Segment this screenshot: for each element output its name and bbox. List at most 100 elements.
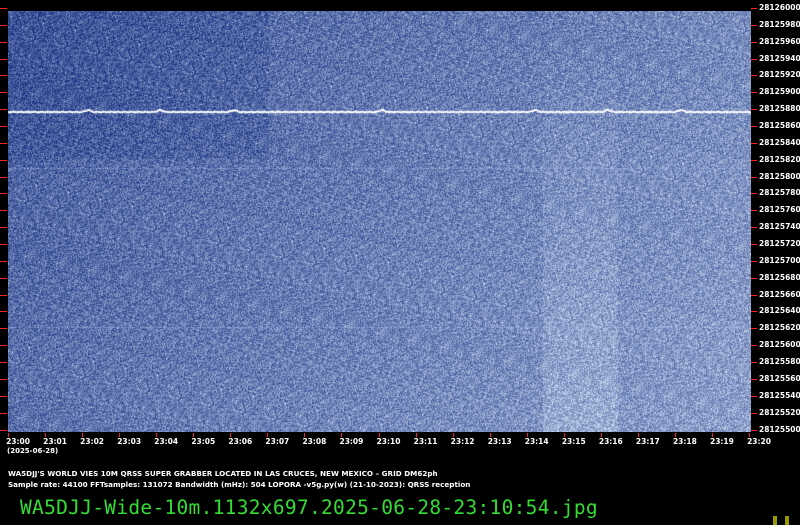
- frequency-tick-left: [0, 328, 7, 330]
- frequency-label: 28125960: [759, 36, 800, 46]
- frequency-tick: [751, 8, 757, 9]
- time-tick: [8, 433, 9, 437]
- time-tick: [230, 433, 232, 437]
- frequency-tick: [751, 109, 757, 111]
- time-tick: [378, 433, 380, 437]
- time-tick: [267, 433, 269, 437]
- time-tick: [526, 433, 528, 437]
- time-tick: [674, 433, 676, 437]
- frequency-tick: [751, 260, 757, 262]
- time-label: 23:02: [80, 437, 105, 446]
- frequency-tick-left: [0, 378, 7, 380]
- frequency-tick-left: [0, 429, 7, 431]
- frequency-label: 28125920: [759, 70, 800, 80]
- frequency-tick-left: [0, 75, 7, 77]
- frequency-label: 28125820: [759, 154, 800, 164]
- frequency-label: 28126000: [759, 3, 800, 12]
- frequency-tick: [751, 142, 757, 144]
- frequency-tick: [751, 429, 757, 431]
- time-tick: [82, 433, 84, 437]
- corner-mark: [785, 516, 789, 525]
- time-label: 23:14: [524, 437, 549, 446]
- time-label: 23:03: [117, 437, 142, 446]
- frequency-label: 28125720: [759, 239, 800, 249]
- time-tick: [415, 433, 417, 437]
- frequency-label: 28125840: [759, 137, 800, 147]
- frequency-label: 28125780: [759, 188, 800, 198]
- frequency-label: 28125620: [759, 323, 800, 333]
- time-label: 23:04: [154, 437, 179, 446]
- frequency-label: 28125520: [759, 407, 800, 417]
- frequency-label: 28125640: [759, 306, 800, 316]
- frequency-tick-left: [0, 193, 7, 195]
- frequency-tick: [751, 126, 757, 128]
- time-tick: [156, 433, 158, 437]
- time-tick: [193, 433, 195, 437]
- frequency-tick: [751, 41, 757, 43]
- frequency-tick-left: [0, 58, 7, 60]
- time-label: 23:05: [191, 437, 216, 446]
- frequency-tick: [751, 395, 757, 397]
- frequency-label: 28125860: [759, 121, 800, 131]
- time-label: 23:18: [672, 437, 697, 446]
- time-tick: [304, 433, 306, 437]
- time-tick: [489, 433, 491, 437]
- time-label: 23:12: [450, 437, 475, 446]
- frequency-tick-left: [0, 109, 7, 111]
- time-label: 23:19: [710, 437, 734, 446]
- frequency-label: 28125560: [759, 373, 800, 383]
- time-label: 23:20: [747, 437, 771, 446]
- frequency-tick: [751, 58, 757, 60]
- time-label: 23:13: [487, 437, 512, 446]
- time-label: 23:01: [43, 437, 67, 446]
- frequency-label: 28125500: [759, 424, 800, 434]
- frequency-tick-left: [0, 210, 7, 212]
- frequency-label: 28125600: [759, 340, 800, 350]
- frequency-label: 28125660: [759, 289, 800, 299]
- time-tick: [119, 433, 121, 437]
- time-label: 23:17: [635, 437, 660, 446]
- time-tick: [45, 433, 47, 437]
- frequency-tick: [751, 244, 757, 246]
- frequency-label: 28125540: [759, 390, 800, 400]
- time-tick: [563, 433, 565, 437]
- time-tick: [341, 433, 343, 437]
- frequency-tick: [751, 210, 757, 212]
- frequency-tick-left: [0, 126, 7, 128]
- frequency-tick-left: [0, 227, 7, 229]
- frequency-label: 28125980: [759, 19, 800, 29]
- frequency-tick-left: [0, 294, 7, 296]
- frequency-tick: [751, 24, 757, 26]
- time-label: 23:11: [413, 437, 438, 446]
- frequency-tick-left: [0, 159, 7, 161]
- frequency-tick-left: [0, 277, 7, 279]
- frequency-tick-left: [0, 395, 7, 397]
- frequency-tick-left: [0, 142, 7, 144]
- time-label: 23:07: [265, 437, 290, 446]
- frequency-tick-left: [0, 24, 7, 26]
- frequency-tick-left: [0, 362, 7, 364]
- time-tick: [600, 433, 602, 437]
- frequency-tick: [751, 345, 757, 347]
- time-label: 23:10: [376, 437, 401, 446]
- frequency-tick-left: [0, 92, 7, 94]
- frequency-label: 28125760: [759, 205, 800, 215]
- frequency-label: 28125940: [759, 53, 800, 63]
- time-label: 23:16: [598, 437, 623, 446]
- frequency-label: 28125580: [759, 357, 800, 367]
- corner-mark: [773, 516, 777, 525]
- frequency-label: 28125700: [759, 255, 800, 265]
- frequency-tick-left: [0, 244, 7, 246]
- time-label: 23:09: [339, 437, 364, 446]
- frequency-tick: [751, 176, 757, 178]
- frequency-tick-left: [0, 412, 7, 414]
- frequency-tick-left: [0, 345, 7, 347]
- frequency-tick-left: [0, 311, 7, 313]
- frequency-tick: [751, 311, 757, 313]
- time-tick: [711, 433, 713, 437]
- frequency-tick: [751, 328, 757, 330]
- time-label: 23:15: [561, 437, 586, 446]
- frequency-tick: [751, 227, 757, 229]
- frequency-label: 28125680: [759, 272, 800, 282]
- time-tick: [637, 433, 639, 437]
